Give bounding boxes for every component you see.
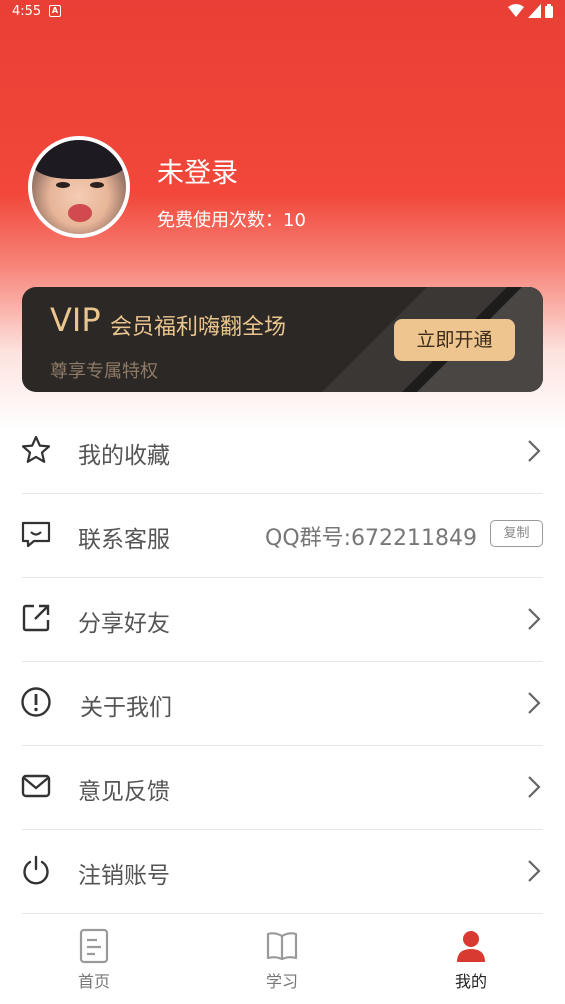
menu-label-share: 分享好友 [78,611,170,637]
vip-activate-button[interactable]: 立即开通 [394,319,515,361]
tab-mine[interactable]: 我的 [411,918,531,1004]
menu-item-feedback[interactable]: 意见反馈 [0,746,565,830]
tab-home-label: 首页 [77,972,110,991]
vip-banner[interactable]: VIP 会员福利嗨翻全场 尊享专属特权 立即开通 [22,287,543,392]
info-icon [21,687,51,717]
menu-item-favorites[interactable]: 我的收藏 [0,410,565,494]
menu-item-delete-account[interactable]: 注销账号 [0,830,565,914]
chevron-right-icon [528,692,541,714]
menu-label-delete-account: 注销账号 [78,863,170,889]
chevron-right-icon [528,608,541,630]
bottom-tab-bar: 首页 学习 我的 [0,918,565,1004]
vip-badge: VIP [50,301,101,339]
notification-icon: A [49,5,61,17]
status-bar: 4:55 A [0,0,565,24]
vip-subtitle: 尊享专属特权 [50,361,158,382]
chevron-right-icon [528,440,541,462]
menu-label-customer-service: 联系客服 [78,527,170,553]
tab-home[interactable]: 首页 [34,918,154,1004]
book-icon [266,932,298,961]
avatar[interactable] [28,136,130,238]
mail-icon [21,774,51,798]
tab-mine-label: 我的 [454,972,487,991]
copy-button[interactable]: 复制 [490,520,543,547]
tab-study[interactable]: 学习 [222,918,342,1004]
chat-icon [21,521,51,548]
username[interactable]: 未登录 [157,151,238,190]
menu-item-share[interactable]: 分享好友 [0,578,565,662]
signal-icon [528,4,541,18]
menu-label-favorites: 我的收藏 [78,443,170,469]
menu-item-customer-service[interactable]: 联系客服 QQ群号:672211849 复制 [0,494,565,578]
document-icon [79,928,109,964]
battery-icon [545,4,553,18]
star-icon [21,435,51,463]
power-icon [23,855,49,885]
tab-study-label: 学习 [265,972,298,991]
status-time: 4:55 [12,4,42,19]
qq-group-number: QQ群号:672211849 [265,526,478,551]
free-usage-count: 免费使用次数：10 [157,210,306,231]
chevron-right-icon [528,776,541,798]
chevron-right-icon [528,860,541,882]
menu-label-about: 关于我们 [80,695,172,721]
status-indicators [508,4,553,18]
person-icon [457,931,485,962]
vip-title: 会员福利嗨翻全场 [110,315,287,340]
share-icon [22,604,50,632]
menu-label-feedback: 意见反馈 [78,779,170,805]
menu-item-about[interactable]: 关于我们 [0,662,565,746]
divider [22,913,543,914]
wifi-icon [508,4,524,17]
